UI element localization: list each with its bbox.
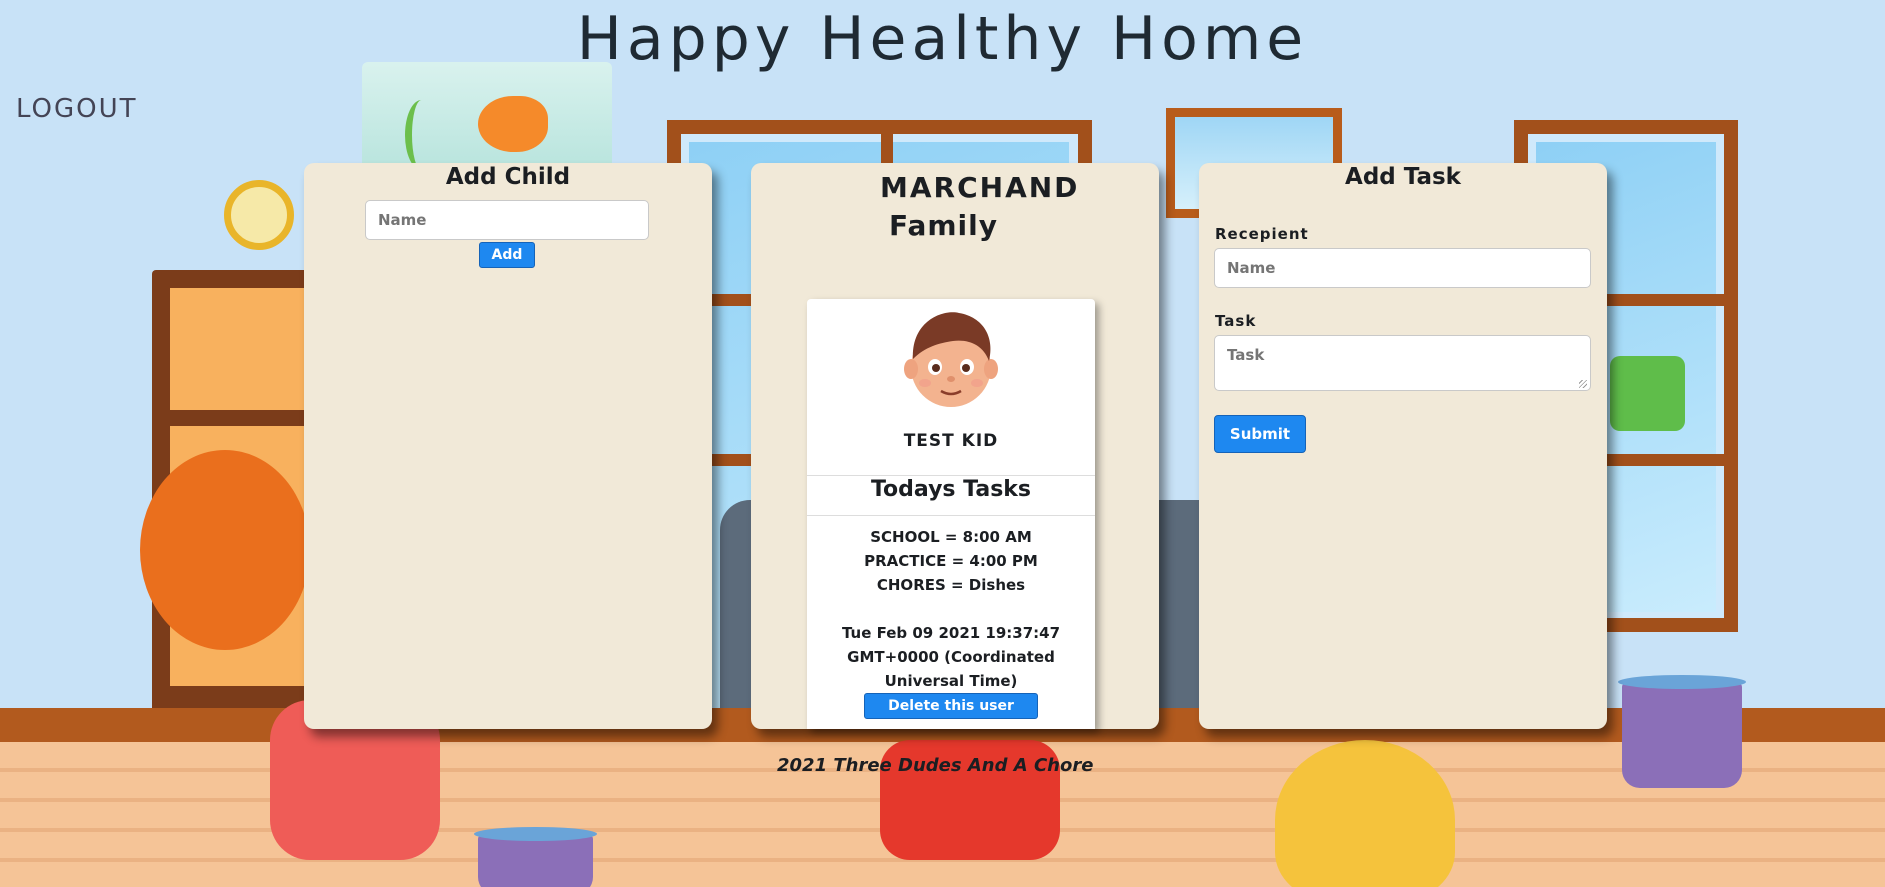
todays-tasks-heading: Todays Tasks: [870, 477, 1032, 502]
child-name: TEST KID: [903, 431, 999, 451]
add-child-panel: Add Child Add: [304, 163, 712, 729]
task-label: Task: [1215, 312, 1257, 330]
task-item: SCHOOL = 8:00 AM: [870, 528, 1032, 546]
add-child-button[interactable]: Add: [479, 242, 535, 268]
card-divider-top: [807, 475, 1095, 476]
alarm-clock-shape: [224, 180, 294, 250]
footer-credit: 2021 Three Dudes And A Chore: [777, 755, 1094, 776]
bucket-left: [474, 827, 597, 887]
family-panel: MARCHAND Family TEST KID Todays Tasks SC…: [751, 163, 1159, 729]
child-avatar-icon: [904, 312, 998, 407]
glove-shape: [1610, 356, 1685, 431]
task-date-line: GMT+0000 (Coordinated: [847, 648, 1055, 666]
task-date: Tue Feb 09 2021 19:37:47 GMT+0000 (Coord…: [819, 621, 1083, 693]
submit-task-button[interactable]: Submit: [1214, 415, 1306, 453]
family-label: Family: [889, 209, 999, 242]
add-child-title: Add Child: [445, 164, 571, 190]
task-date-line: Tue Feb 09 2021 19:37:47: [841, 624, 1061, 642]
delete-user-button[interactable]: Delete this user: [864, 693, 1038, 719]
add-task-title: Add Task: [1345, 164, 1461, 190]
recipient-label: Recepient: [1215, 225, 1309, 243]
seaweed-shape: [405, 100, 438, 170]
family-name: MARCHAND: [880, 171, 1080, 204]
child-name-input[interactable]: [365, 200, 649, 240]
logout-link[interactable]: LOGOUT: [16, 94, 138, 124]
girl-figure: [140, 450, 310, 650]
task-date-line: Universal Time): [884, 672, 1018, 690]
page-title: Happy Healthy Home: [576, 4, 1309, 74]
fish-shape: [478, 96, 548, 152]
resize-handle-icon[interactable]: [1579, 380, 1587, 388]
task-item: CHORES = Dishes: [876, 576, 1026, 594]
task-item: PRACTICE = 4:00 PM: [864, 552, 1038, 570]
child-card: TEST KID Todays Tasks SCHOOL = 8:00 AM P…: [807, 299, 1095, 729]
card-divider-bottom: [807, 515, 1095, 516]
task-list: SCHOOL = 8:00 AM PRACTICE = 4:00 PM CHOR…: [807, 525, 1095, 597]
boy-cleaning-figure: [1275, 740, 1455, 887]
task-textarea-wrapper: [1214, 335, 1591, 391]
add-task-panel: Add Task Recepient Task Submit: [1199, 163, 1607, 729]
bucket-right: [1618, 675, 1746, 788]
task-input[interactable]: [1214, 335, 1591, 391]
recipient-name-input[interactable]: [1214, 248, 1591, 288]
